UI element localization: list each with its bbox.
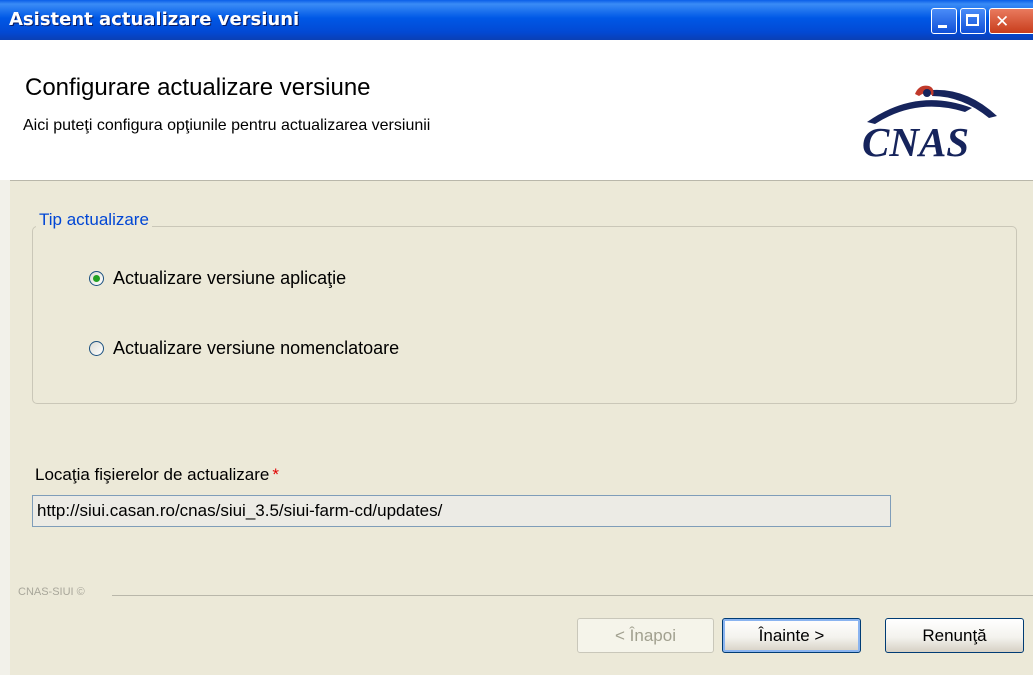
- page-title: Configurare actualizare versiune: [25, 74, 371, 101]
- logo-text: CNAS: [862, 119, 970, 165]
- left-strip: [0, 180, 10, 675]
- required-marker: *: [272, 465, 279, 484]
- minimize-button[interactable]: [931, 8, 957, 34]
- wizard-window: Asistent actualizare versiuni ✕ Configur…: [0, 0, 1033, 675]
- cnas-logo: CNAS: [857, 82, 1007, 172]
- window-title: Asistent actualizare versiuni: [9, 9, 300, 30]
- footer-divider: [112, 595, 1033, 596]
- close-icon: ✕: [995, 12, 1010, 32]
- radio-unselected-icon[interactable]: [89, 340, 104, 356]
- minimize-icon: [938, 25, 947, 28]
- location-url-field[interactable]: http://siui.casan.ro/cnas/siui_3.5/siui-…: [32, 495, 891, 527]
- update-type-group: [32, 226, 1017, 404]
- maximize-button[interactable]: [960, 8, 986, 34]
- update-type-label: Tip actualizare: [36, 210, 152, 230]
- radio-app-update[interactable]: Actualizare versiune aplicaţie: [89, 267, 346, 289]
- location-label-text: Locaţia fişierelor de actualizare: [35, 465, 270, 484]
- footer-copyright: CNAS-SIUI ©: [18, 586, 85, 598]
- radio-nomenclature-update[interactable]: Actualizare versiune nomenclatoare: [89, 337, 399, 359]
- page-subtitle: Aici puteţi configura opţiunile pentru a…: [23, 117, 431, 134]
- wizard-header: Configurare actualizare versiune Aici pu…: [0, 40, 1033, 181]
- maximize-icon: [966, 14, 979, 26]
- next-button[interactable]: Înainte >: [722, 618, 861, 653]
- close-button[interactable]: ✕: [989, 8, 1033, 34]
- radio-nomenclature-update-label[interactable]: Actualizare versiune nomenclatoare: [113, 338, 399, 359]
- back-button[interactable]: < Înapoi: [577, 618, 714, 653]
- cancel-button[interactable]: Renunţă: [885, 618, 1024, 653]
- title-bar[interactable]: Asistent actualizare versiuni ✕: [0, 0, 1033, 40]
- radio-selected-icon[interactable]: [89, 270, 104, 286]
- location-label: Locaţia fişierelor de actualizare *: [35, 465, 279, 485]
- radio-app-update-label[interactable]: Actualizare versiune aplicaţie: [113, 268, 346, 289]
